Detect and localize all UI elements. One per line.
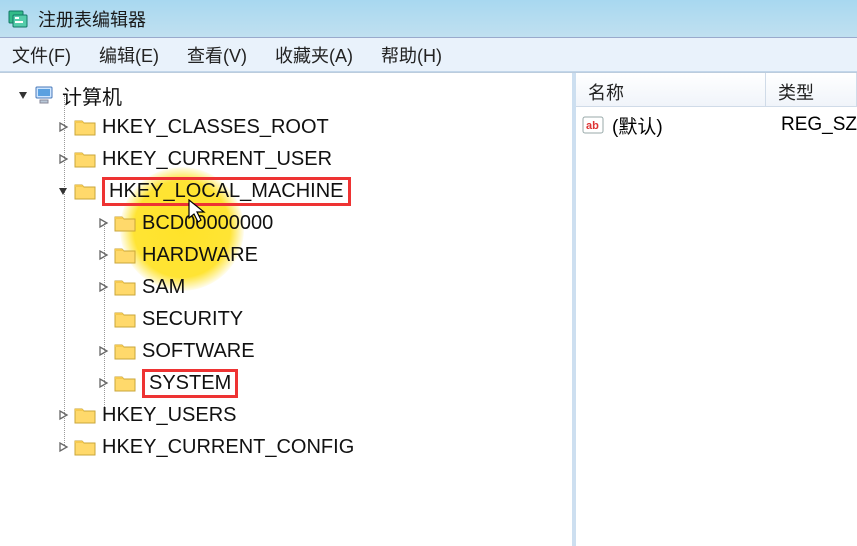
expander-closed-icon[interactable] [56, 408, 70, 422]
tree-label-hkcr: HKEY_CLASSES_ROOT [102, 116, 329, 139]
tree-label-system: SYSTEM [142, 369, 238, 398]
computer-icon [34, 85, 56, 105]
tree-node-hklm[interactable]: HKEY_LOCAL_MACHINE [0, 175, 572, 207]
menu-file[interactable]: 文件(F) [12, 42, 71, 68]
tree-node-hardware[interactable]: HARDWARE [0, 239, 572, 271]
list-header: 名称 类型 [576, 73, 857, 107]
menu-favorites[interactable]: 收藏夹(A) [275, 42, 353, 68]
expander-closed-icon[interactable] [96, 216, 110, 230]
tree-node-hkcu[interactable]: HKEY_CURRENT_USER [0, 143, 572, 175]
expander-closed-icon[interactable] [96, 280, 110, 294]
tree-label-software: SOFTWARE [142, 340, 255, 363]
col-header-type[interactable]: 类型 [766, 73, 857, 106]
expander-closed-icon[interactable] [56, 120, 70, 134]
folder-icon [114, 309, 136, 329]
svg-text:ab: ab [586, 120, 599, 132]
tree-node-hku[interactable]: HKEY_USERS [0, 399, 572, 431]
col-header-name[interactable]: 名称 [576, 73, 766, 106]
regedit-app-icon [6, 7, 30, 31]
folder-icon [74, 437, 96, 457]
folder-icon [74, 181, 96, 201]
title-bar: 注册表编辑器 [0, 0, 857, 38]
tree-node-hkcr[interactable]: HKEY_CLASSES_ROOT [0, 111, 572, 143]
list-row[interactable]: ab (默认) REG_SZ [576, 107, 857, 143]
tree-label-hkcu: HKEY_CURRENT_USER [102, 148, 332, 171]
tree-node-computer[interactable]: 计算机 [0, 79, 572, 111]
menu-edit[interactable]: 编辑(E) [99, 42, 159, 68]
folder-icon [74, 405, 96, 425]
tree-label-computer: 计算机 [62, 81, 122, 110]
expander-closed-icon[interactable] [96, 376, 110, 390]
menu-bar: 文件(F) 编辑(E) 查看(V) 收藏夹(A) 帮助(H) [0, 38, 857, 72]
folder-icon [74, 117, 96, 137]
window-title: 注册表编辑器 [38, 6, 146, 32]
expander-closed-icon[interactable] [56, 152, 70, 166]
string-value-icon: ab [582, 114, 604, 136]
values-pane: 名称 类型 ab (默认) REG_SZ [576, 73, 857, 546]
value-type: REG_SZ [781, 114, 857, 136]
value-name: (默认) [612, 112, 781, 139]
main-area: 计算机 HKEY_CLASSES_ROOT [0, 72, 857, 546]
tree-node-security[interactable]: SECURITY [0, 303, 572, 335]
tree-node-bcd[interactable]: BCD00000000 [0, 207, 572, 239]
expander-open-icon[interactable] [16, 88, 30, 102]
folder-icon [114, 373, 136, 393]
expander-closed-icon[interactable] [96, 344, 110, 358]
tree-node-hkcc[interactable]: HKEY_CURRENT_CONFIG [0, 431, 572, 463]
tree-label-hklm: HKEY_LOCAL_MACHINE [102, 177, 351, 206]
folder-icon [114, 277, 136, 297]
tree-label-bcd: BCD00000000 [142, 212, 273, 235]
tree-label-hku: HKEY_USERS [102, 404, 237, 427]
tree-pane[interactable]: 计算机 HKEY_CLASSES_ROOT [0, 73, 576, 546]
menu-view[interactable]: 查看(V) [187, 42, 247, 68]
folder-icon [114, 213, 136, 233]
tree-label-hardware: HARDWARE [142, 244, 258, 267]
menu-help[interactable]: 帮助(H) [381, 42, 442, 68]
registry-tree: 计算机 HKEY_CLASSES_ROOT [0, 79, 572, 463]
tree-label-hkcc: HKEY_CURRENT_CONFIG [102, 436, 354, 459]
expander-open-icon[interactable] [56, 184, 70, 198]
tree-label-sam: SAM [142, 276, 185, 299]
tree-node-system[interactable]: SYSTEM [0, 367, 572, 399]
tree-node-software[interactable]: SOFTWARE [0, 335, 572, 367]
folder-icon [114, 341, 136, 361]
folder-icon [74, 149, 96, 169]
tree-label-security: SECURITY [142, 308, 243, 331]
expander-closed-icon[interactable] [56, 440, 70, 454]
folder-icon [114, 245, 136, 265]
tree-node-sam[interactable]: SAM [0, 271, 572, 303]
expander-closed-icon[interactable] [96, 248, 110, 262]
